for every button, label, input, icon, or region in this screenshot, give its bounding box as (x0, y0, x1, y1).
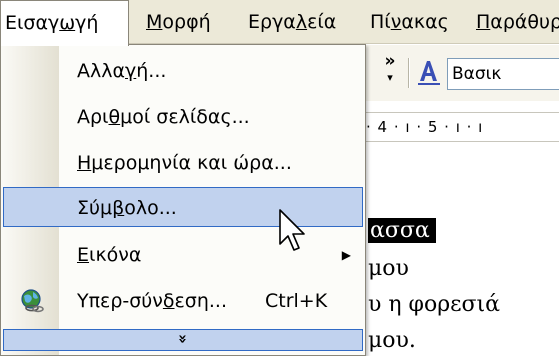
menu-item-date-time[interactable]: Ημερομηνία και ώρα... (3, 143, 363, 183)
menu-item-label: Υπερ-σύνδεση... (77, 290, 227, 312)
menu-item-label: Αλλαγή... (77, 60, 167, 82)
menu-table[interactable]: Πίνακας (370, 0, 449, 44)
toolbar-separator (408, 58, 410, 88)
styles-and-formatting-icon[interactable] (416, 57, 442, 87)
menu-item-break[interactable]: Αλλαγή... (3, 51, 363, 91)
style-selector[interactable]: Βασικ (447, 58, 559, 90)
toolbar-options-chevron-icon[interactable]: » ▾ (380, 53, 400, 88)
document-text-line: ασσα (368, 218, 436, 243)
mouse-pointer-icon (279, 209, 305, 251)
insert-menu-dropdown: Αλλαγή... Αριθμοί σελίδας... Ημερομηνία … (0, 44, 366, 356)
document-text-line: μου. (368, 328, 416, 353)
menu-item-hyperlink[interactable]: Υπερ-σύνδεση... Ctrl+K (3, 281, 363, 321)
menu-bar: Εισαγωγή Μορφή Εργαλεία Πίνακας Παράθυρ (0, 0, 559, 46)
menu-format[interactable]: Μορφή (146, 0, 211, 44)
document-text-line: υ η φορεσιά (368, 292, 501, 317)
menu-item-page-numbers[interactable]: Αριθμοί σελίδας... (3, 97, 363, 137)
word-window: ▼ »▾ Βασικ · 4 · ı · 5 · ı · ı ασσα μου … (0, 0, 559, 356)
menu-insert-label: Εισαγωγή (5, 12, 99, 34)
submenu-arrow-icon: ▶ (341, 248, 351, 262)
document-text-line: μου (368, 256, 409, 281)
menu-window[interactable]: Παράθυρ (476, 0, 559, 44)
shortcut-label: Ctrl+K (265, 290, 328, 312)
globe-link-icon (21, 289, 44, 313)
menu-item-label: Αριθμοί σελίδας... (77, 106, 250, 128)
menu-item-label: Εικόνα (77, 244, 142, 266)
menu-insert[interactable]: Εισαγωγή (0, 0, 129, 46)
menu-item-label: Σύμβολο... (77, 197, 177, 219)
menu-tools[interactable]: Εργαλεία (248, 0, 336, 44)
horizontal-ruler: · 4 · ı · 5 · ı · ı (340, 112, 559, 142)
expand-menu-chevron-icon[interactable]: » (3, 329, 363, 351)
menu-item-label: Ημερομηνία και ώρα... (77, 152, 292, 174)
